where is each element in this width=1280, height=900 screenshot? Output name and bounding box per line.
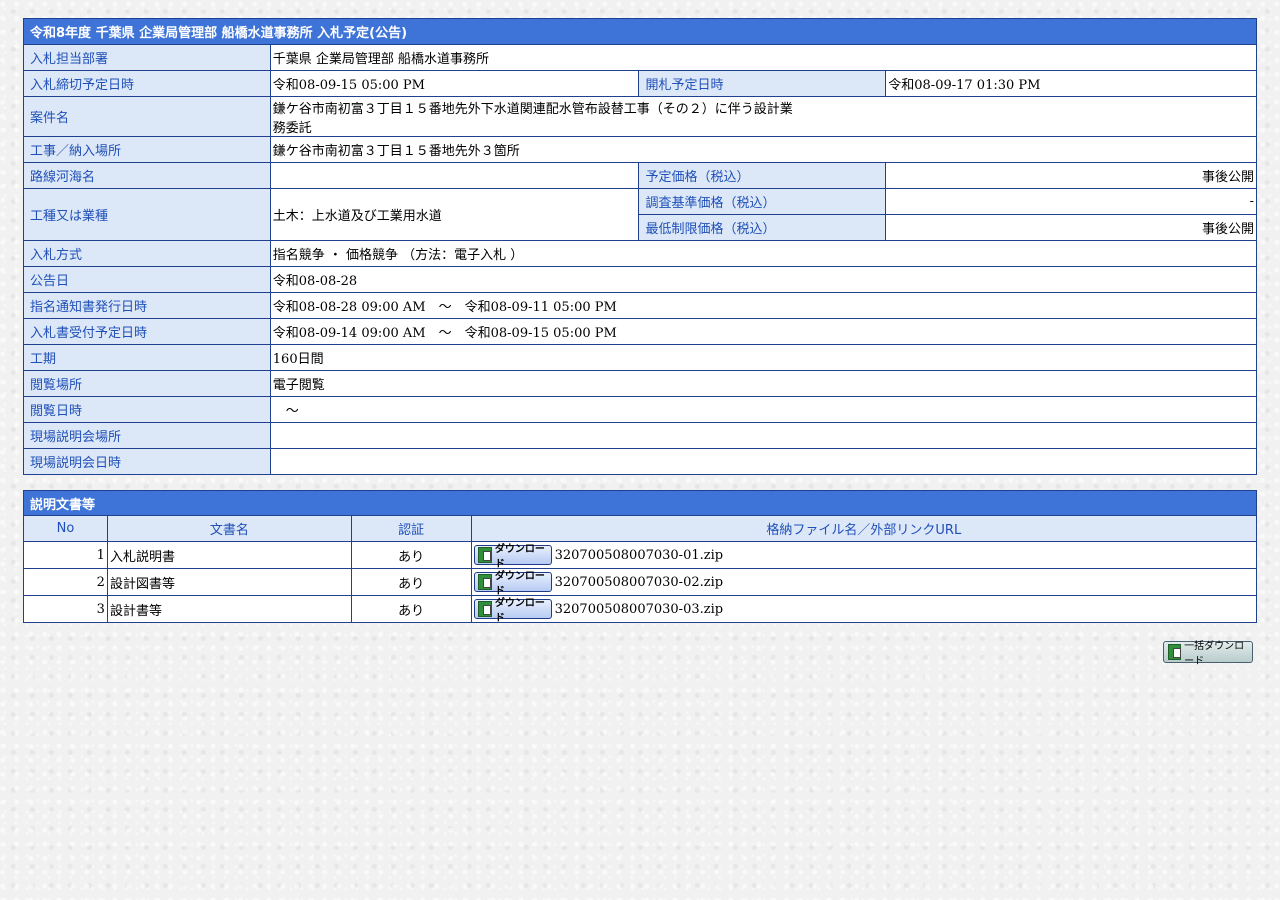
planned-price-label: 予定価格（税込） (638, 162, 887, 189)
notice-value: 令和08-08-28 (269, 266, 1258, 293)
row-name: 設計図書等 (106, 568, 352, 596)
col-file: 格納ファイル名／外部リンクURL (470, 515, 1258, 542)
dept-value: 千葉県 企業局管理部 船橋水道事務所 (269, 44, 1258, 71)
survey-price-label: 調査基準価格（税込） (638, 188, 887, 215)
download-disk-icon (1168, 644, 1182, 660)
row-name: 入札説明書 (106, 541, 352, 569)
view-place-value: 電子閲覧 (269, 370, 1258, 397)
deadline-label: 入札締切予定日時 (23, 70, 271, 97)
briefing-place-value (269, 422, 1258, 449)
dept-label: 入札担当部署 (23, 44, 271, 71)
min-price-label: 最低制限価格（税込） (638, 214, 887, 241)
period-value: 160日間 (269, 344, 1258, 371)
route-label: 路線河海名 (23, 162, 271, 189)
table-row: 2 設計図書等 あり ダウンロード 320700508007030-02.zip (23, 568, 1258, 597)
type-label: 工種又は業種 (23, 188, 271, 241)
view-date-value: ～ (269, 396, 1258, 423)
briefing-place-label: 現場説明会場所 (23, 422, 271, 449)
survey-price-value: - (885, 188, 1257, 215)
open-label: 開札予定日時 (638, 70, 887, 97)
briefing-date-value (269, 448, 1258, 475)
bid-info-table: 令和8年度 千葉県 企業局管理部 船橋水道事務所 入札予定(公告) 入札担当部署… (23, 18, 1258, 475)
file-name: 320700508007030-03.zip (554, 601, 724, 617)
method-value: 指名競争 ・ 価格競争 （方法：電子入札 ） (269, 240, 1258, 267)
notice-label: 公告日 (23, 266, 271, 293)
row-no: 3 (23, 595, 108, 623)
method-label: 入札方式 (23, 240, 271, 267)
download-disk-icon (477, 601, 492, 617)
file-name: 320700508007030-02.zip (554, 574, 724, 590)
open-value: 令和08-09-17 01:30 PM (885, 70, 1257, 97)
deadline-value: 令和08-09-15 05:00 PM (269, 70, 640, 97)
row-auth: あり (350, 595, 472, 623)
briefing-date-label: 現場説明会日時 (23, 448, 271, 475)
row-auth: あり (350, 541, 472, 569)
row-file: ダウンロード 320700508007030-03.zip (470, 595, 1258, 624)
col-auth: 認証 (350, 515, 472, 542)
col-no: No (23, 515, 108, 542)
min-price-value: 事後公開 (885, 214, 1257, 241)
view-date-label: 閲覧日時 (23, 396, 271, 423)
row-file: ダウンロード 320700508007030-01.zip (470, 541, 1258, 570)
download-button[interactable]: ダウンロード (473, 544, 552, 570)
place-value: 鎌ケ谷市南初富３丁目１５番地先外３箇所 (269, 136, 1258, 163)
row-no: 1 (23, 541, 108, 569)
view-place-label: 閲覧場所 (23, 370, 271, 397)
download-button-label: ダウンロード (494, 598, 545, 624)
col-name: 文書名 (106, 515, 352, 542)
table-row: 1 入札説明書 あり ダウンロード 320700508007030-01.zip (23, 541, 1258, 570)
row-no: 2 (23, 568, 108, 596)
table-row: 3 設計書等 あり ダウンロード 320700508007030-03.zip (23, 595, 1258, 624)
row-name: 設計書等 (106, 595, 352, 623)
bulk-download-label: 一括ダウンロード (1184, 641, 1245, 667)
row-auth: あり (350, 568, 472, 596)
documents-title: 説明文書等 (23, 490, 1257, 516)
page-title: 令和8年度 千葉県 企業局管理部 船橋水道事務所 入札予定(公告) (23, 18, 1257, 45)
download-button-label: ダウンロード (494, 571, 545, 597)
type-value: 土木：上水道及び工業用水道 (269, 188, 640, 241)
download-button[interactable]: ダウンロード (473, 598, 552, 624)
planned-price-value: 事後公開 (885, 162, 1257, 189)
documents-table: 説明文書等 No 文書名 認証 格納ファイル名／外部リンクURL 1 入札説明書… (23, 490, 1258, 624)
designation-label: 指名通知書発行日時 (23, 292, 271, 319)
place-label: 工事／納入場所 (23, 136, 271, 163)
download-button-label: ダウンロード (494, 544, 545, 570)
case-value: 鎌ケ谷市南初富３丁目１５番地先外下水道関連配水管布設替工事（その２）に伴う設計業… (269, 96, 1258, 137)
row-file: ダウンロード 320700508007030-02.zip (470, 568, 1258, 597)
period-label: 工期 (23, 344, 271, 371)
designation-value: 令和08-08-28 09:00 AM ～ 令和08-09-11 05:00 P… (269, 292, 1258, 319)
download-button[interactable]: ダウンロード (473, 571, 552, 597)
accept-label: 入札書受付予定日時 (23, 318, 271, 345)
download-disk-icon (477, 574, 492, 590)
case-value-line2: 務委託 (272, 120, 312, 136)
route-value (269, 162, 640, 189)
case-label: 案件名 (23, 96, 271, 137)
download-disk-icon (477, 547, 492, 563)
bulk-download-button[interactable]: 一括ダウンロード (1163, 641, 1253, 667)
case-value-line1: 鎌ケ谷市南初富３丁目１５番地先外下水道関連配水管布設替工事（その２）に伴う設計業 (272, 101, 793, 117)
accept-value: 令和08-09-14 09:00 AM ～ 令和08-09-15 05:00 P… (269, 318, 1258, 345)
file-name: 320700508007030-01.zip (554, 547, 724, 563)
